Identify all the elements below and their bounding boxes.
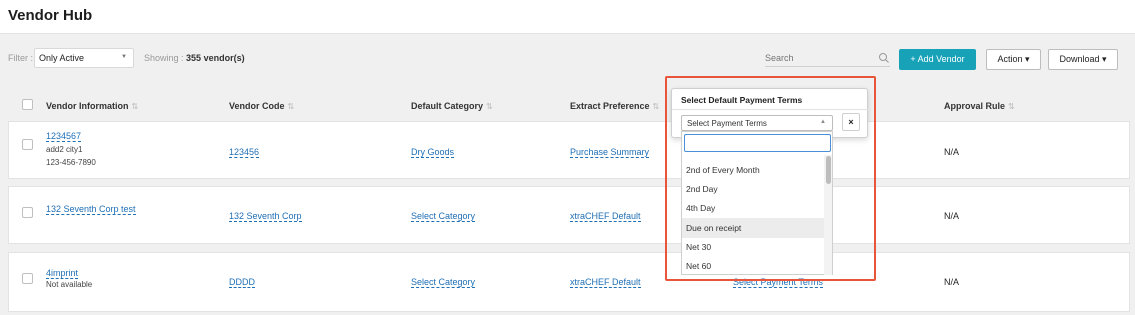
dropdown-option[interactable]: 2nd Day xyxy=(682,179,824,199)
vendor-name-link[interactable]: 132 Seventh Corp test xyxy=(46,204,136,215)
header-extract-preference[interactable]: Extract Preference ⇅ xyxy=(570,101,659,111)
header-default-category[interactable]: Default Category ⇅ xyxy=(411,101,493,111)
dropdown-option[interactable]: 2nd of Every Month xyxy=(682,160,824,180)
payment-terms-link[interactable]: Select Payment Terms xyxy=(733,277,823,288)
vendor-name[interactable]: 1234567 xyxy=(46,131,82,142)
close-button[interactable]: × xyxy=(842,113,860,131)
header-label: Vendor Code xyxy=(229,101,285,111)
payment-terms-select[interactable]: Select Payment Terms ▲ xyxy=(681,115,833,131)
dropdown-option[interactable]: Net 60 xyxy=(682,256,824,276)
header-label: Vendor Information xyxy=(46,101,129,111)
dropdown-option[interactable]: 4th Day xyxy=(682,198,824,218)
action-button[interactable]: Action ▾ xyxy=(986,49,1041,70)
header-vendor-information[interactable]: Vendor Information ⇅ xyxy=(46,101,138,111)
chevron-up-icon: ▲ xyxy=(820,119,826,125)
sort-icon: ⇅ xyxy=(652,102,660,111)
vendor-code-link[interactable]: 132 Seventh Corp xyxy=(229,211,302,222)
select-all-checkbox[interactable] xyxy=(22,99,33,110)
vendor-address: Not available xyxy=(46,280,93,289)
sort-icon: ⇅ xyxy=(1008,102,1015,111)
dropdown-option[interactable]: Net 30 xyxy=(682,237,824,257)
filter-value: Only Active xyxy=(39,53,85,63)
header-label: Approval Rule xyxy=(944,101,1006,111)
showing-value: 355 vendor(s) xyxy=(186,53,245,63)
extract-preference-link[interactable]: xtraCHEF Default xyxy=(570,277,641,288)
header-vendor-code[interactable]: Vendor Code ⇅ xyxy=(229,101,294,111)
extract-preference-link[interactable]: Purchase Summary xyxy=(570,147,650,158)
header-approval-rule[interactable]: Approval Rule ⇅ xyxy=(944,101,1015,111)
dropdown-scrollbar-thumb[interactable] xyxy=(826,156,831,184)
category-link[interactable]: Dry Goods xyxy=(411,147,455,158)
table-row xyxy=(8,186,1130,244)
category-link[interactable]: Select Category xyxy=(411,211,476,222)
sort-icon: ⇅ xyxy=(486,102,493,111)
category-link[interactable]: Select Category xyxy=(411,277,476,288)
add-vendor-button[interactable]: + Add Vendor xyxy=(899,49,976,70)
search-box xyxy=(765,50,890,67)
dropdown-search-input[interactable] xyxy=(684,134,831,152)
row-checkbox[interactable] xyxy=(22,273,33,284)
vendor-code-link[interactable]: DDDD xyxy=(229,277,255,288)
dropdown-option-highlighted[interactable]: Due on receipt xyxy=(682,218,824,238)
sort-icon: ⇅ xyxy=(287,102,295,111)
vendor-name-link[interactable]: 1234567 xyxy=(46,131,82,142)
table-row xyxy=(8,252,1130,312)
row-checkbox[interactable] xyxy=(22,207,33,218)
header-label: Extract Preference xyxy=(570,101,650,111)
vendor-code-link[interactable]: 123456 xyxy=(229,147,260,158)
row-checkbox[interactable] xyxy=(22,139,33,150)
showing-label: Showing : xyxy=(144,53,184,63)
approval-rule-value: N/A xyxy=(944,211,960,221)
extract-preference-link[interactable]: xtraCHEF Default xyxy=(570,211,641,222)
sort-icon: ⇅ xyxy=(131,102,139,111)
page-title: Vendor Hub xyxy=(8,7,93,24)
filter-select[interactable]: Only Active ▼ xyxy=(34,48,134,68)
table-row xyxy=(8,121,1130,179)
approval-rule-value: N/A xyxy=(944,147,960,157)
vendor-phone: 123-456-7890 xyxy=(46,158,96,167)
vendor-name-link[interactable]: 4imprint xyxy=(46,268,79,279)
payment-terms-select-value: Select Payment Terms xyxy=(687,119,767,128)
search-icon[interactable] xyxy=(878,52,890,64)
payment-terms-dropdown: 2nd of Every Month 2nd Day 4th Day Due o… xyxy=(681,131,833,275)
popover-title: Select Default Payment Terms xyxy=(681,95,803,105)
header-label: Default Category xyxy=(411,101,484,111)
vendor-address: add2 city1 xyxy=(46,145,83,154)
filter-label: Filter : xyxy=(8,53,34,63)
approval-rule-value: N/A xyxy=(944,277,960,287)
popover-divider xyxy=(672,109,869,110)
page-header: Vendor Hub xyxy=(0,0,1135,34)
chevron-down-icon: ▼ xyxy=(121,54,127,60)
showing-count: Showing : 355 vendor(s) xyxy=(144,53,245,63)
search-input[interactable] xyxy=(765,50,875,66)
download-button[interactable]: Download ▾ xyxy=(1048,49,1118,70)
